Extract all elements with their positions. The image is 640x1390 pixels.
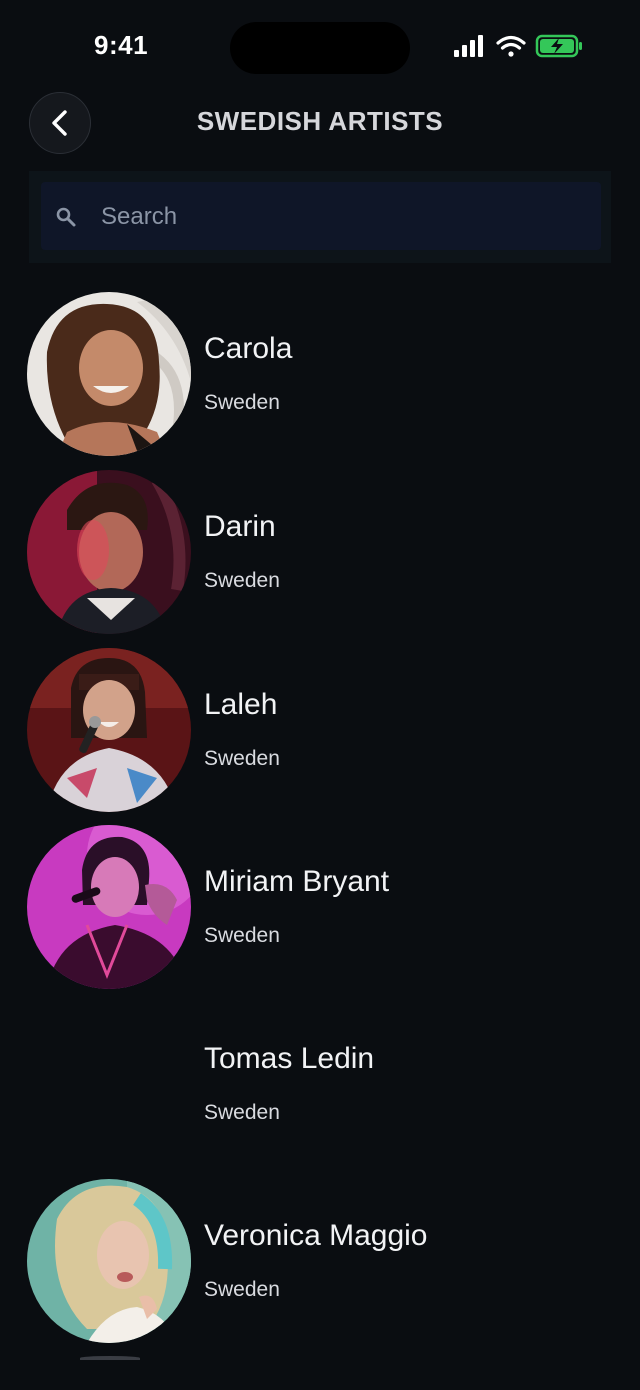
artist-country: Sweden — [204, 1278, 280, 1301]
artist-list[interactable]: Carola Sweden Darin Sweden Laleh Sweden … — [0, 292, 640, 1362]
artist-country: Sweden — [204, 391, 280, 414]
status-icons — [450, 32, 590, 62]
avatar — [27, 292, 191, 456]
artist-name: Carola — [204, 332, 293, 365]
artist-name: Darin — [204, 510, 276, 543]
artist-name: Laleh — [204, 688, 278, 721]
artist-country: Sweden — [204, 747, 280, 770]
cellular-signal-icon — [454, 35, 483, 57]
search-input[interactable] — [99, 194, 583, 240]
artist-item-carola[interactable]: Carola Sweden — [0, 292, 640, 456]
partial-avatar-next-item — [80, 1356, 140, 1360]
artist-country: Sweden — [204, 924, 280, 947]
status-time: 9:41 — [94, 30, 149, 60]
artist-item-laleh[interactable]: Laleh Sweden — [0, 648, 640, 812]
search-icon — [56, 207, 76, 227]
battery-charging-icon — [535, 34, 582, 58]
artist-country: Sweden — [204, 1101, 280, 1124]
wifi-icon — [496, 35, 526, 57]
artist-item-darin[interactable]: Darin Sweden — [0, 470, 640, 634]
artist-item-tomas-ledin[interactable]: Tomas Ledin Sweden — [0, 1002, 640, 1166]
dynamic-island — [230, 22, 410, 74]
artist-name: Veronica Maggio — [204, 1219, 428, 1252]
status-bar: 9:41 — [0, 0, 640, 90]
search-field[interactable] — [41, 182, 601, 250]
artist-country: Sweden — [204, 569, 280, 592]
avatar — [27, 648, 191, 812]
artist-name: Tomas Ledin — [204, 1042, 375, 1075]
avatar — [27, 470, 191, 634]
artist-name: Miriam Bryant — [204, 865, 390, 898]
search-bar — [29, 171, 611, 263]
artist-item-miriam-bryant[interactable]: Miriam Bryant Sweden — [0, 825, 640, 989]
page-title: SWEDISH ARTISTS — [196, 106, 444, 136]
avatar — [27, 1179, 191, 1343]
artist-item-veronica-maggio[interactable]: Veronica Maggio Sweden — [0, 1179, 640, 1343]
avatar — [27, 825, 191, 989]
